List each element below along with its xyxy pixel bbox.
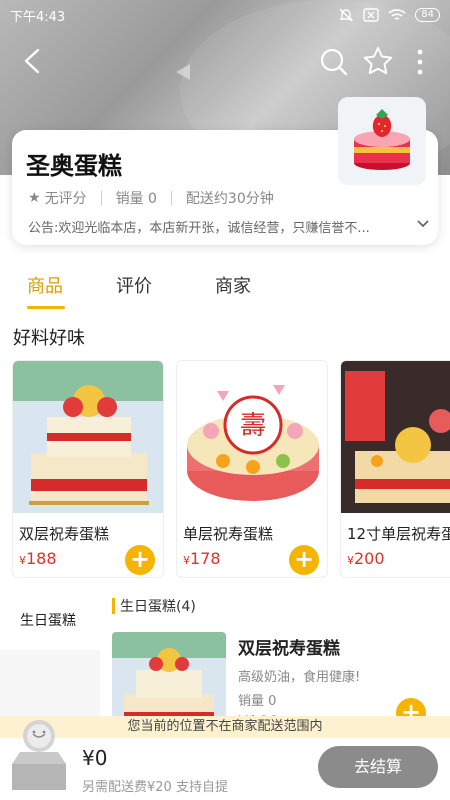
product-card[interactable]: 双层祝寿蛋糕 ¥188 +	[12, 360, 164, 578]
checkout-button[interactable]: 去结算	[318, 746, 438, 788]
status-bar: 下午4:43 84	[0, 0, 450, 30]
sidebar-item-birthday-cake[interactable]: 生日蛋糕	[20, 610, 76, 630]
sim-off-icon	[363, 8, 379, 22]
tab-merchant[interactable]: 商家	[215, 272, 251, 298]
product-image: 壽	[177, 361, 327, 513]
search-icon[interactable]	[318, 46, 350, 78]
shop-logo	[338, 97, 426, 185]
battery-indicator: 84	[415, 8, 440, 22]
price-value: 188	[26, 549, 57, 568]
price-value: 178	[190, 549, 221, 568]
product-name: 单层祝寿蛋糕	[183, 525, 274, 543]
product-card[interactable]: 12寸单层祝寿蛋糕 ¥200	[340, 360, 450, 578]
shop-name: 圣奥蛋糕	[26, 152, 122, 180]
featured-products: 双层祝寿蛋糕 ¥188 + 壽 单层祝寿蛋糕 ¥178 + 12寸单层祝寿 ¥2…	[12, 360, 450, 580]
shop-tabs: 商品 评价 商家	[0, 272, 450, 312]
divider	[100, 191, 102, 205]
tab-products[interactable]: 商品	[27, 272, 63, 298]
top-navigation	[0, 40, 450, 84]
mute-bell-icon	[339, 8, 353, 22]
price-value: 200	[354, 549, 385, 568]
add-to-cart-button[interactable]: +	[289, 545, 319, 575]
product-name: 双层祝寿蛋糕	[19, 525, 110, 543]
product-image	[341, 361, 450, 513]
tab-reviews[interactable]: 评价	[116, 272, 152, 298]
active-tab-indicator	[27, 306, 65, 309]
star-icon[interactable]	[362, 45, 394, 77]
plus-icon: +	[293, 545, 315, 573]
shop-meta: ★ 无评分 销量 0 配送约30分钟	[28, 188, 274, 208]
add-to-cart-button[interactable]: +	[125, 545, 155, 575]
cart-total: ¥0	[82, 746, 108, 770]
currency-symbol: ¥	[347, 554, 354, 567]
product-name: 双层祝寿蛋糕	[238, 639, 340, 659]
plus-icon: +	[129, 545, 151, 573]
divider	[170, 191, 172, 205]
shop-notice[interactable]: 公告:欢迎光临本店，本店新开张，诚信经营，只赚信誉不...	[28, 217, 418, 236]
product-image	[13, 361, 163, 513]
category-marker	[112, 598, 115, 614]
product-card[interactable]: 壽 单层祝寿蛋糕 ¥178 +	[176, 360, 328, 578]
status-time: 下午4:43	[10, 9, 66, 25]
product-price: ¥178	[183, 549, 221, 568]
back-icon[interactable]	[18, 46, 48, 76]
product-description: 高级奶油，食用健康!	[238, 670, 361, 685]
currency-symbol: ¥	[19, 554, 26, 567]
featured-section-title: 好料好味	[13, 328, 85, 349]
shop-sales: 销量 0	[115, 191, 157, 207]
category-header-label: 生日蛋糕(4)	[120, 599, 196, 615]
category-header: 生日蛋糕(4)	[112, 596, 196, 616]
cake-logo-icon	[354, 109, 410, 170]
cart-bar: ¥0 另需配送费¥20 支持自提 去结算	[0, 720, 450, 800]
currency-symbol: ¥	[183, 554, 190, 567]
product-price: ¥200	[347, 549, 385, 568]
svg-text:壽: 壽	[240, 411, 266, 441]
product-name: 12寸单层祝寿蛋糕	[347, 525, 450, 543]
chevron-down-icon[interactable]	[416, 216, 430, 230]
shop-rating: 无评分	[44, 191, 87, 207]
product-sales: 销量 0	[238, 694, 277, 709]
product-price: ¥188	[19, 549, 57, 568]
delivery-fee-note: 另需配送费¥20 支持自提	[82, 780, 228, 795]
wifi-icon	[388, 9, 406, 20]
cart-icon[interactable]	[8, 714, 70, 794]
shop-delivery-time: 配送约30分钟	[185, 191, 274, 207]
more-icon[interactable]	[408, 46, 432, 78]
rating-star-icon: ★	[28, 190, 41, 206]
